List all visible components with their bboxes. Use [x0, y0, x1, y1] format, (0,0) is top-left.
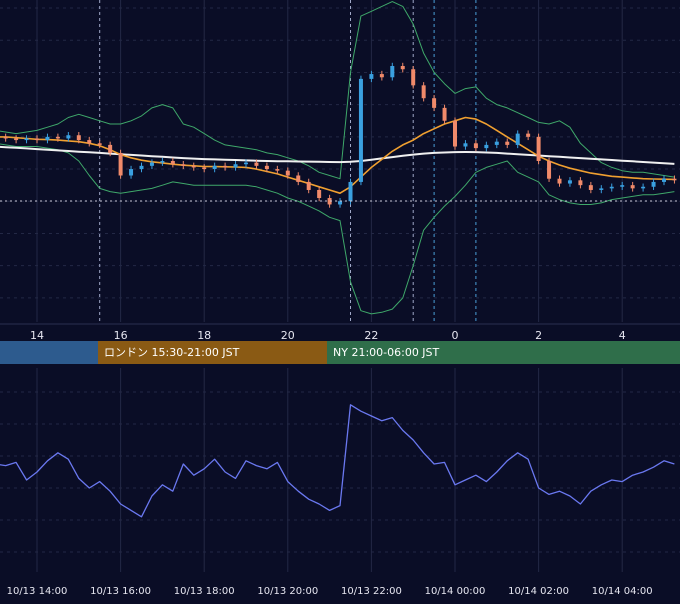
candle-body	[536, 136, 541, 161]
session-label-tokyo	[0, 346, 6, 359]
session-label-london: ロンドン 15:30-21:00 JST	[104, 346, 240, 359]
chart-canvas: 14 16 18 20 22 0 2 4 10/13 14:00 10/13 16:00 10/1…	[0, 0, 680, 600]
candle-body	[379, 74, 384, 78]
candle-body	[620, 185, 625, 187]
candle-body	[505, 141, 510, 145]
candle-body	[55, 136, 60, 139]
candle-body	[296, 175, 301, 182]
candle-body	[76, 135, 81, 141]
candle-body	[35, 138, 39, 141]
candle-body	[338, 201, 343, 205]
candle-body	[181, 164, 186, 166]
candle-body	[515, 133, 520, 145]
candle-body	[494, 141, 499, 145]
osc-x-tick-label: 10/13 20:00	[257, 586, 318, 597]
osc-x-tick-label: 10/14 02:00	[508, 586, 569, 597]
candle-body	[484, 144, 489, 149]
candle-body	[630, 185, 635, 189]
candle-body	[578, 180, 583, 186]
candle-body	[463, 143, 468, 147]
osc-x-tick-label: 10/14 04:00	[592, 586, 653, 597]
candle-body	[285, 170, 290, 176]
candle-body	[432, 98, 437, 108]
candle-body	[212, 165, 217, 170]
candle-body	[317, 189, 322, 199]
candle-body	[599, 188, 604, 190]
candle-body	[369, 74, 374, 79]
candle-body	[567, 180, 572, 184]
osc-x-tick-label: 10/13 14:00	[7, 586, 68, 597]
candle-body	[87, 140, 92, 144]
session-band-london: ロンドン 15:30-21:00 JST	[98, 341, 327, 364]
candle-body	[129, 169, 134, 176]
candle-body	[14, 138, 19, 141]
candle-body	[609, 186, 614, 189]
candle-body	[442, 107, 447, 121]
candle-body	[547, 161, 552, 179]
candle-body	[233, 164, 238, 168]
candle-body	[24, 138, 29, 141]
candle-body	[45, 136, 50, 141]
candle-body	[108, 144, 113, 153]
candle-body	[453, 120, 457, 147]
candle-body	[588, 185, 593, 190]
candle-body	[149, 162, 154, 166]
candle-body	[306, 181, 311, 190]
candle-body	[223, 165, 228, 168]
candle-body	[400, 66, 405, 70]
candle-body	[662, 178, 666, 182]
candle-body	[202, 167, 207, 170]
session-label-ny: NY 21:00-06:00 JST	[333, 346, 440, 359]
candle-body	[139, 165, 144, 170]
candle-body	[160, 161, 165, 163]
candle-body	[651, 181, 656, 187]
candle-body	[254, 162, 259, 166]
candle-body	[421, 85, 426, 99]
candle-body	[557, 178, 562, 184]
osc-x-tick-label: 10/13 22:00	[341, 586, 402, 597]
candle-body	[348, 181, 353, 202]
session-band-ny: NY 21:00-06:00 JST	[327, 341, 680, 364]
chart-background	[0, 0, 680, 600]
candle-body	[170, 161, 175, 165]
candle-body	[672, 178, 677, 181]
candle-body	[191, 165, 196, 168]
candle-body	[641, 186, 646, 189]
session-band-tokyo	[0, 341, 98, 364]
candle-body	[411, 69, 416, 86]
candle-body	[244, 162, 248, 165]
candle-body	[118, 152, 123, 176]
osc-x-tick-label: 10/13 16:00	[90, 586, 151, 597]
osc-x-tick-label: 10/13 18:00	[174, 586, 235, 597]
candle-body	[473, 143, 478, 149]
candle-body	[264, 165, 269, 170]
osc-x-tick-label: 10/14 00:00	[425, 586, 486, 597]
forex-chart-panel: 14 16 18 20 22 0 2 4 10/13 14:00 10/13 16:00 10/1…	[0, 0, 680, 600]
candle-body	[390, 66, 395, 78]
candle-body	[3, 136, 8, 139]
candle-body	[97, 143, 102, 145]
candle-body	[275, 169, 280, 171]
candle-body	[358, 78, 363, 182]
candle-body	[526, 133, 531, 137]
candle-body	[66, 135, 71, 139]
